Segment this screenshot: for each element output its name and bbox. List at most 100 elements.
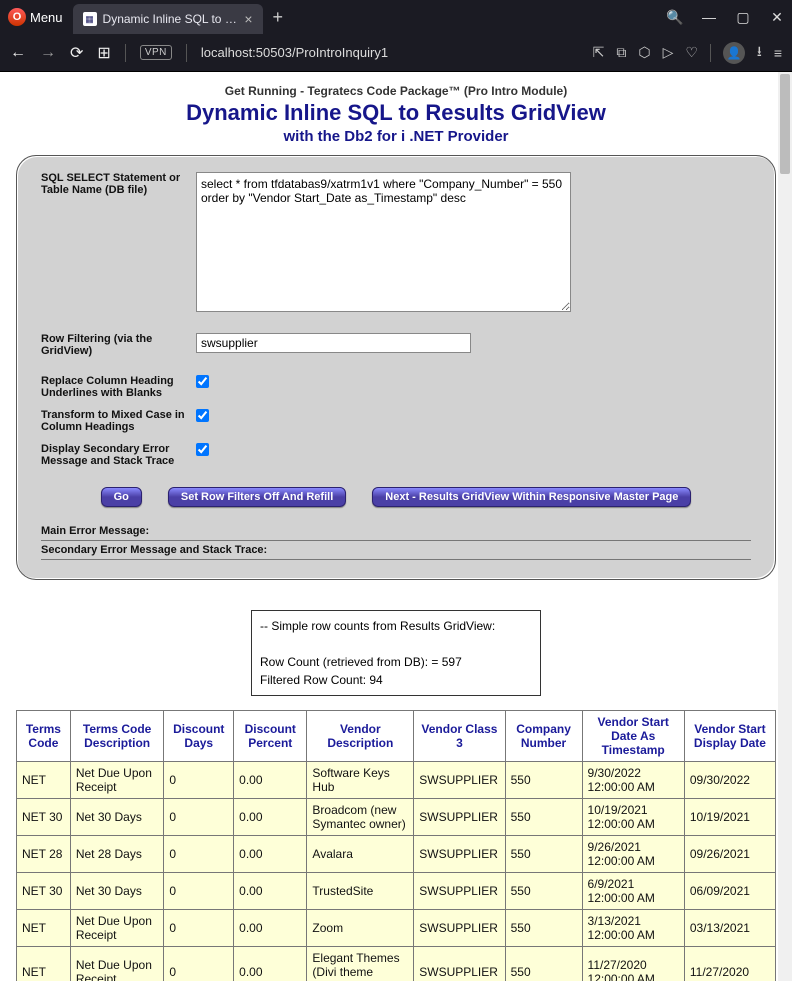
profile-avatar-icon[interactable]: 👤 <box>723 42 745 64</box>
cell: Net Due Upon Receipt <box>70 947 164 981</box>
transform-checkbox[interactable] <box>196 409 209 422</box>
table-row: NETNet Due Upon Receipt00.00Elegant Them… <box>17 947 776 981</box>
cell: 0.00 <box>234 799 307 836</box>
settings-icon[interactable]: ≡ <box>774 45 782 61</box>
cell: 11/27/2020 <box>684 947 775 981</box>
cell: 0 <box>164 910 234 947</box>
page-subtitle: with the Db2 for i .NET Provider <box>16 128 776 145</box>
cell: 11/27/2020 12:00:00 AM <box>582 947 684 981</box>
cell: SWSUPPLIER <box>414 762 505 799</box>
column-header[interactable]: Vendor Description <box>307 711 414 762</box>
cell: 10/19/2021 <box>684 799 775 836</box>
cell: 550 <box>505 799 582 836</box>
cell: 9/30/2022 12:00:00 AM <box>582 762 684 799</box>
camera-icon[interactable]: ⧉ <box>616 44 626 61</box>
cell: SWSUPPLIER <box>414 836 505 873</box>
rowfilter-input[interactable] <box>196 333 471 353</box>
cell: 09/30/2022 <box>684 762 775 799</box>
cell: 550 <box>505 910 582 947</box>
separator <box>186 44 187 62</box>
set-filters-button[interactable]: Set Row Filters Off And Refill <box>168 487 346 507</box>
cell: 06/09/2021 <box>684 873 775 910</box>
cell: 0 <box>164 799 234 836</box>
cell: NET <box>17 762 71 799</box>
table-row: NETNet Due Upon Receipt00.00ZoomSWSUPPLI… <box>17 910 776 947</box>
go-button[interactable]: Go <box>101 487 142 507</box>
cell: 0.00 <box>234 836 307 873</box>
replace-checkbox[interactable] <box>196 375 209 388</box>
cell: NET 28 <box>17 836 71 873</box>
cell: Net 30 Days <box>70 873 164 910</box>
cell: 10/19/2021 12:00:00 AM <box>582 799 684 836</box>
results-grid: Terms CodeTerms Code DescriptionDiscount… <box>16 710 776 981</box>
column-header[interactable]: Terms Code <box>17 711 71 762</box>
window-close-icon[interactable]: ✕ <box>770 10 784 24</box>
cell: SWSUPPLIER <box>414 947 505 981</box>
replace-label: Replace Column Heading Underlines with B… <box>41 375 196 399</box>
status-box: -- Simple row counts from Results GridVi… <box>251 610 541 696</box>
cell: 6/9/2021 12:00:00 AM <box>582 873 684 910</box>
reload-icon[interactable]: ⟳ <box>70 43 83 63</box>
share-icon[interactable]: ⇱ <box>593 44 605 61</box>
new-tab-button[interactable]: + <box>273 7 284 28</box>
cell: SWSUPPLIER <box>414 910 505 947</box>
cell: 03/13/2021 <box>684 910 775 947</box>
cell: SWSUPPLIER <box>414 799 505 836</box>
page-title: Dynamic Inline SQL to Results GridView <box>16 100 776 126</box>
minimize-icon[interactable]: ― <box>702 10 716 24</box>
column-header[interactable]: Company Number <box>505 711 582 762</box>
back-icon[interactable]: ← <box>10 44 26 62</box>
column-header[interactable]: Vendor Class 3 <box>414 711 505 762</box>
cell: 0.00 <box>234 910 307 947</box>
cell: 09/26/2021 <box>684 836 775 873</box>
cell: 0 <box>164 836 234 873</box>
separator <box>125 44 126 62</box>
apps-icon[interactable]: ⊞ <box>97 43 110 63</box>
divider <box>41 540 751 541</box>
send-icon[interactable]: ▷ <box>663 44 674 61</box>
maximize-icon[interactable]: ▢ <box>736 10 750 24</box>
cell: 0 <box>164 762 234 799</box>
menu-button[interactable]: Menu <box>30 10 63 25</box>
cell: 0.00 <box>234 762 307 799</box>
cell: 0 <box>164 873 234 910</box>
column-header[interactable]: Discount Days <box>164 711 234 762</box>
transform-label: Transform to Mixed Case in Column Headin… <box>41 409 196 433</box>
download-icon[interactable]: ⭳ <box>757 41 762 65</box>
secondary-checkbox[interactable] <box>196 443 209 456</box>
cell: NET <box>17 947 71 981</box>
rowfilter-label: Row Filtering (via the GridView) <box>41 333 196 357</box>
table-row: NET 30Net 30 Days00.00TrustedSiteSWSUPPL… <box>17 873 776 910</box>
cell: Zoom <box>307 910 414 947</box>
cell: Software Keys Hub <box>307 762 414 799</box>
column-header[interactable]: Terms Code Description <box>70 711 164 762</box>
browser-tab[interactable]: ▦ Dynamic Inline SQL to Resu × <box>73 4 263 34</box>
forward-icon[interactable]: → <box>40 44 56 62</box>
column-header[interactable]: Vendor Start Date As Timestamp <box>582 711 684 762</box>
browser-toolbar: ← → ⟳ ⊞ VPN localhost:50503/ProIntroInqu… <box>0 34 792 72</box>
table-row: NETNet Due Upon Receipt00.00Software Key… <box>17 762 776 799</box>
column-header[interactable]: Discount Percent <box>234 711 307 762</box>
cell: Avalara <box>307 836 414 873</box>
main-error-label: Main Error Message: <box>41 525 751 537</box>
shield-icon[interactable]: ⬡ <box>638 44 650 61</box>
close-tab-icon[interactable]: × <box>244 11 252 27</box>
next-button[interactable]: Next - Results GridView Within Responsiv… <box>372 487 691 507</box>
tab-title: Dynamic Inline SQL to Resu <box>103 12 239 26</box>
scrollbar[interactable] <box>778 72 792 981</box>
form-panel: SQL SELECT Statement or Table Name (DB f… <box>16 155 776 580</box>
cell: 0.00 <box>234 873 307 910</box>
address-bar[interactable]: localhost:50503/ProIntroInquiry1 <box>201 45 579 60</box>
vpn-badge[interactable]: VPN <box>140 45 172 60</box>
secondary-error-label: Secondary Error Message and Stack Trace: <box>41 544 751 556</box>
cell: 550 <box>505 873 582 910</box>
cell: TrustedSite <box>307 873 414 910</box>
page-viewport: Get Running - Tegratecs Code Package™ (P… <box>0 72 792 981</box>
window-titlebar: O Menu ▦ Dynamic Inline SQL to Resu × + … <box>0 0 792 34</box>
heart-icon[interactable]: ♡ <box>685 44 698 61</box>
column-header[interactable]: Vendor Start Display Date <box>684 711 775 762</box>
search-icon[interactable]: 🔍 <box>668 10 682 24</box>
cell: Net 28 Days <box>70 836 164 873</box>
sql-textarea[interactable]: select * from tfdatabas9/xatrm1v1 where … <box>196 172 571 312</box>
secondary-label: Display Secondary Error Message and Stac… <box>41 443 196 467</box>
